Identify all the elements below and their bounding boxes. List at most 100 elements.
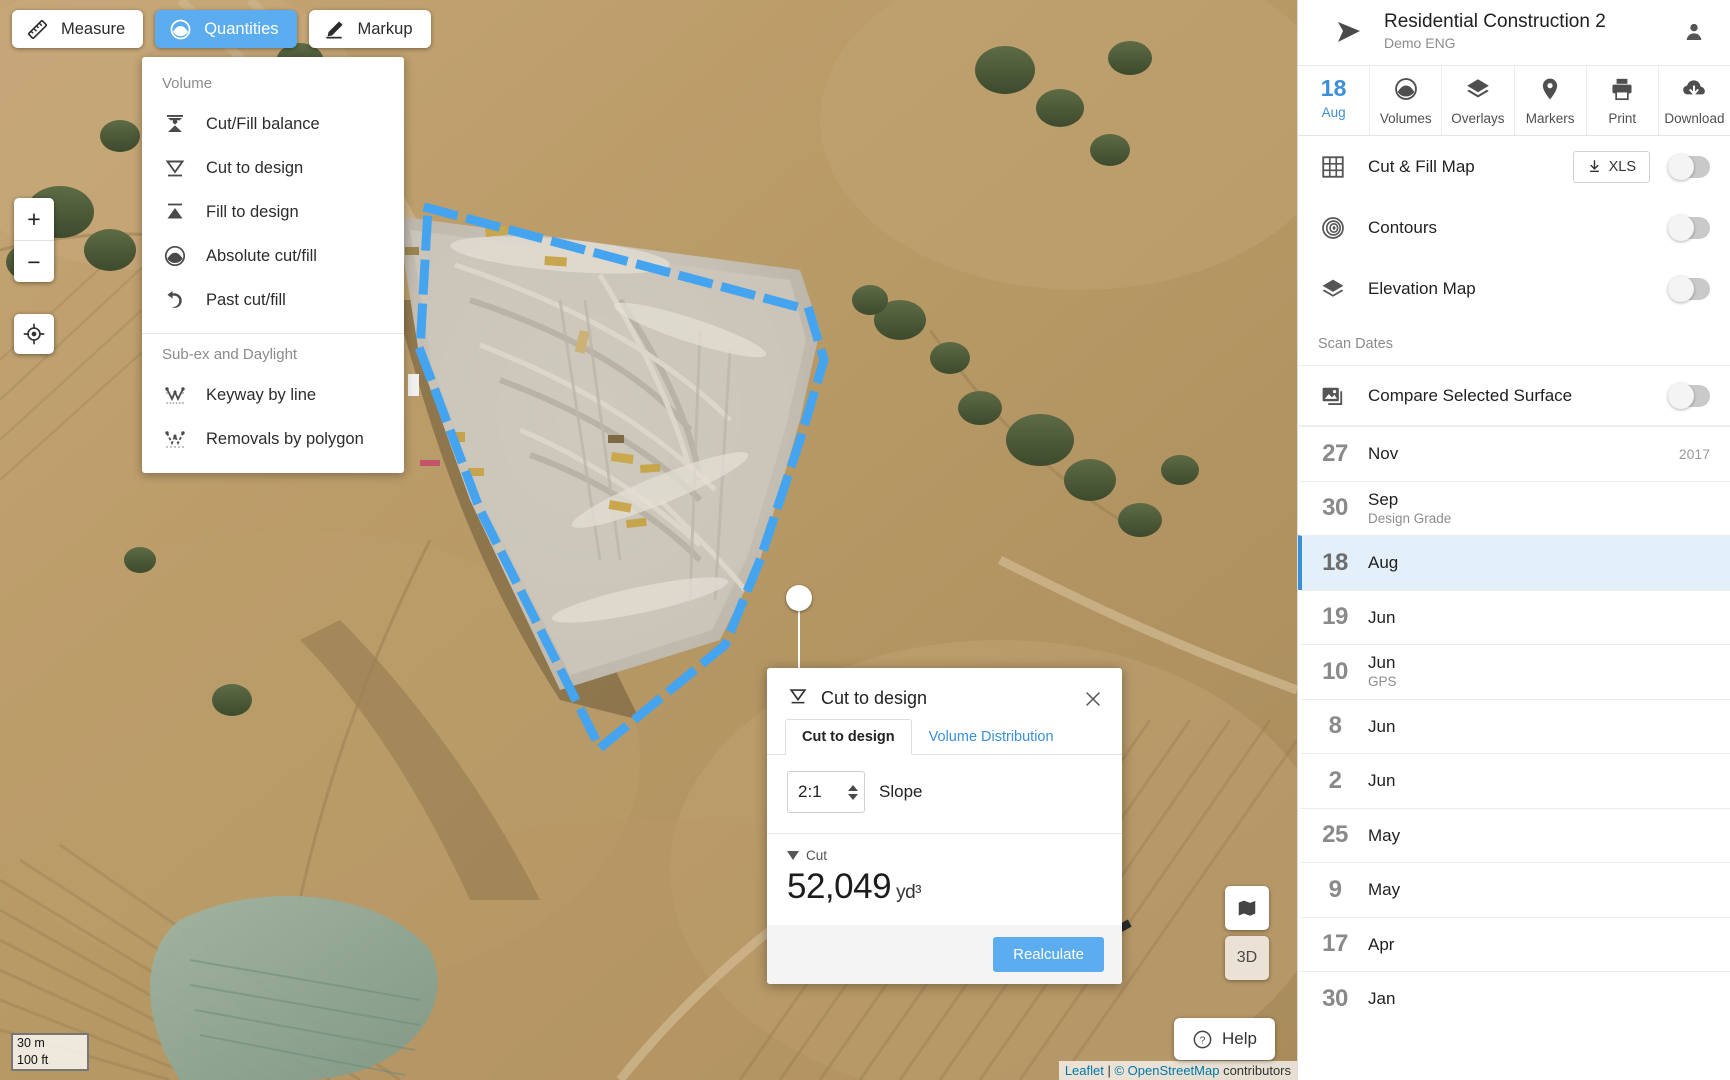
- basemap-button[interactable]: [1225, 886, 1269, 930]
- nav-tab-label: Overlays: [1451, 111, 1505, 126]
- date-day: 27: [1322, 439, 1348, 467]
- nav-tab-label: Markers: [1525, 111, 1575, 126]
- popup-close-button[interactable]: [1080, 686, 1106, 712]
- cut-to-design-popup: Cut to design Cut to design Volume Distr…: [767, 668, 1122, 984]
- hill-circle-icon: [162, 244, 188, 268]
- scan-date-row[interactable]: 17 Apr: [1298, 916, 1730, 972]
- help-button[interactable]: ? Help: [1174, 1018, 1275, 1060]
- menu-item-cut-to-design[interactable]: Cut to design: [142, 146, 404, 190]
- measure-label: Measure: [61, 19, 126, 38]
- menu-item-removals-by-polygon[interactable]: Removals by polygon: [142, 417, 404, 461]
- cut-result-value-wrap: 52,049 yd³: [787, 867, 1102, 907]
- tab-overlays[interactable]: Overlays: [1442, 66, 1515, 135]
- scan-dates-list[interactable]: 27 Nov 2017 30 Sep Design Grade 18 Aug 1…: [1298, 426, 1730, 1080]
- tab-volume-distribution[interactable]: Volume Distribution: [912, 719, 1071, 755]
- pin-icon: [1537, 76, 1563, 107]
- menu-item-past-cut-fill[interactable]: Past cut/fill: [142, 278, 404, 322]
- scan-date-row[interactable]: 9 May: [1298, 862, 1730, 917]
- scan-date-row[interactable]: 2 Jun: [1298, 753, 1730, 808]
- osm-link[interactable]: © OpenStreetMap: [1114, 1063, 1219, 1078]
- pencil-icon: [323, 18, 346, 41]
- user-account-button[interactable]: [1674, 20, 1714, 44]
- compare-selected-surface-row[interactable]: Compare Selected Surface: [1298, 365, 1730, 426]
- scan-date-row[interactable]: 8 Jun: [1298, 698, 1730, 754]
- slope-stepper[interactable]: 2:1: [787, 771, 865, 813]
- scan-date-row[interactable]: 19 Jun: [1298, 589, 1730, 645]
- toggle-compare-surface[interactable]: [1668, 382, 1710, 409]
- map-attribution: Leaflet | © OpenStreetMap contributors: [1058, 1061, 1297, 1080]
- tab-selected-date[interactable]: 18 Aug: [1298, 66, 1371, 135]
- date-day: 30: [1322, 984, 1348, 1012]
- menu-item-cut-fill-balance[interactable]: Cut/Fill balance: [142, 102, 404, 146]
- cut-volume-unit: yd³: [896, 882, 921, 903]
- scan-date-row[interactable]: 30 Sep Design Grade: [1298, 480, 1730, 536]
- map-scale-bar: 30 m 100 ft: [11, 1033, 89, 1071]
- date-month: Apr: [1368, 934, 1395, 954]
- date-month: Aug: [1368, 553, 1399, 573]
- cut-result: Cut 52,049 yd³: [767, 834, 1122, 925]
- scan-date-row[interactable]: 27 Nov 2017: [1298, 426, 1730, 481]
- toggle-cut-fill-map[interactable]: [1668, 153, 1710, 180]
- popup-leader-line: [798, 610, 800, 672]
- toggle-elevation-map[interactable]: [1668, 275, 1710, 302]
- nav-date-day: 18: [1320, 75, 1347, 101]
- download-icon: [1589, 160, 1599, 172]
- popup-tabs: Cut to design Volume Distribution: [767, 718, 1122, 755]
- layer-row-cut-fill-map[interactable]: Cut & Fill Map XLS: [1298, 136, 1730, 197]
- menu-label: Keyway by line: [206, 385, 317, 404]
- menu-item-absolute-cut-fill[interactable]: Absolute cut/fill: [142, 234, 404, 278]
- scan-date-row[interactable]: 10 Jun GPS: [1298, 644, 1730, 699]
- nav-tab-label: Print: [1608, 111, 1637, 126]
- main-toolbar: Measure Quantities Markup: [12, 10, 431, 48]
- stepper-arrows-icon[interactable]: [848, 784, 858, 800]
- tab-markers[interactable]: Markers: [1515, 66, 1587, 135]
- tab-download[interactable]: Download: [1659, 66, 1730, 135]
- layer-row-elevation-map[interactable]: Elevation Map: [1298, 258, 1730, 319]
- popup-anchor-marker[interactable]: [786, 585, 812, 611]
- project-name: Residential Construction 2: [1384, 11, 1606, 32]
- quantities-button[interactable]: Quantities: [155, 10, 297, 48]
- tab-volumes[interactable]: Volumes: [1370, 66, 1443, 135]
- view-3d-button[interactable]: 3D: [1225, 936, 1269, 980]
- scan-date-row[interactable]: 30 Jan: [1298, 971, 1730, 1026]
- menu-item-keyway-by-line[interactable]: Keyway by line: [142, 373, 404, 417]
- scan-date-row[interactable]: 25 May: [1298, 807, 1730, 863]
- attribution-tail: contributors: [1223, 1063, 1291, 1078]
- compare-images-icon: [1298, 383, 1368, 409]
- question-circle-icon: ?: [1193, 1030, 1212, 1048]
- toggle-contours[interactable]: [1668, 214, 1710, 241]
- cut-volume-value: 52,049: [787, 867, 892, 906]
- measure-button[interactable]: Measure: [12, 10, 144, 48]
- zoom-out-button[interactable]: −: [14, 240, 54, 282]
- map-view-buttons[interactable]: 3D: [1225, 886, 1269, 986]
- cut-triangle-small-icon: [787, 851, 799, 860]
- printer-icon: [1609, 76, 1635, 107]
- map-icon: [1238, 900, 1256, 916]
- date-month: Jun: [1368, 607, 1396, 627]
- date-month: Sep: [1368, 489, 1399, 509]
- date-sublabel: GPS: [1368, 674, 1397, 690]
- leaflet-link[interactable]: Leaflet: [1065, 1063, 1104, 1078]
- project-header[interactable]: Residential Construction 2 Demo ENG: [1298, 0, 1730, 66]
- menu-item-fill-to-design[interactable]: Fill to design: [142, 190, 404, 234]
- date-day: 19: [1322, 603, 1348, 631]
- result-label-text: Cut: [806, 848, 828, 863]
- scan-date-row-selected[interactable]: 18 Aug: [1298, 535, 1730, 590]
- zoom-in-button[interactable]: +: [14, 198, 54, 240]
- cut-triangle-icon: [787, 685, 809, 712]
- play-arrow-icon[interactable]: [1314, 18, 1384, 46]
- realculate-button[interactable]: Realculate: [993, 937, 1104, 972]
- export-xls-button[interactable]: XLS: [1572, 150, 1650, 183]
- date-month: Jan: [1368, 989, 1396, 1009]
- menu-label: Cut to design: [206, 158, 304, 177]
- zoom-controls[interactable]: + −: [14, 198, 54, 282]
- markup-label: Markup: [357, 19, 413, 38]
- layer-row-contours[interactable]: Contours: [1298, 197, 1730, 258]
- markup-button[interactable]: Markup: [308, 10, 431, 48]
- tab-print[interactable]: Print: [1587, 66, 1659, 135]
- hill-circle-icon: [1393, 76, 1419, 107]
- locate-button[interactable]: [14, 314, 54, 354]
- tab-cut-to-design[interactable]: Cut to design: [785, 719, 912, 755]
- dropdown-group-subex-label: Sub-ex and Daylight: [162, 346, 298, 363]
- grid-icon: [1298, 154, 1368, 180]
